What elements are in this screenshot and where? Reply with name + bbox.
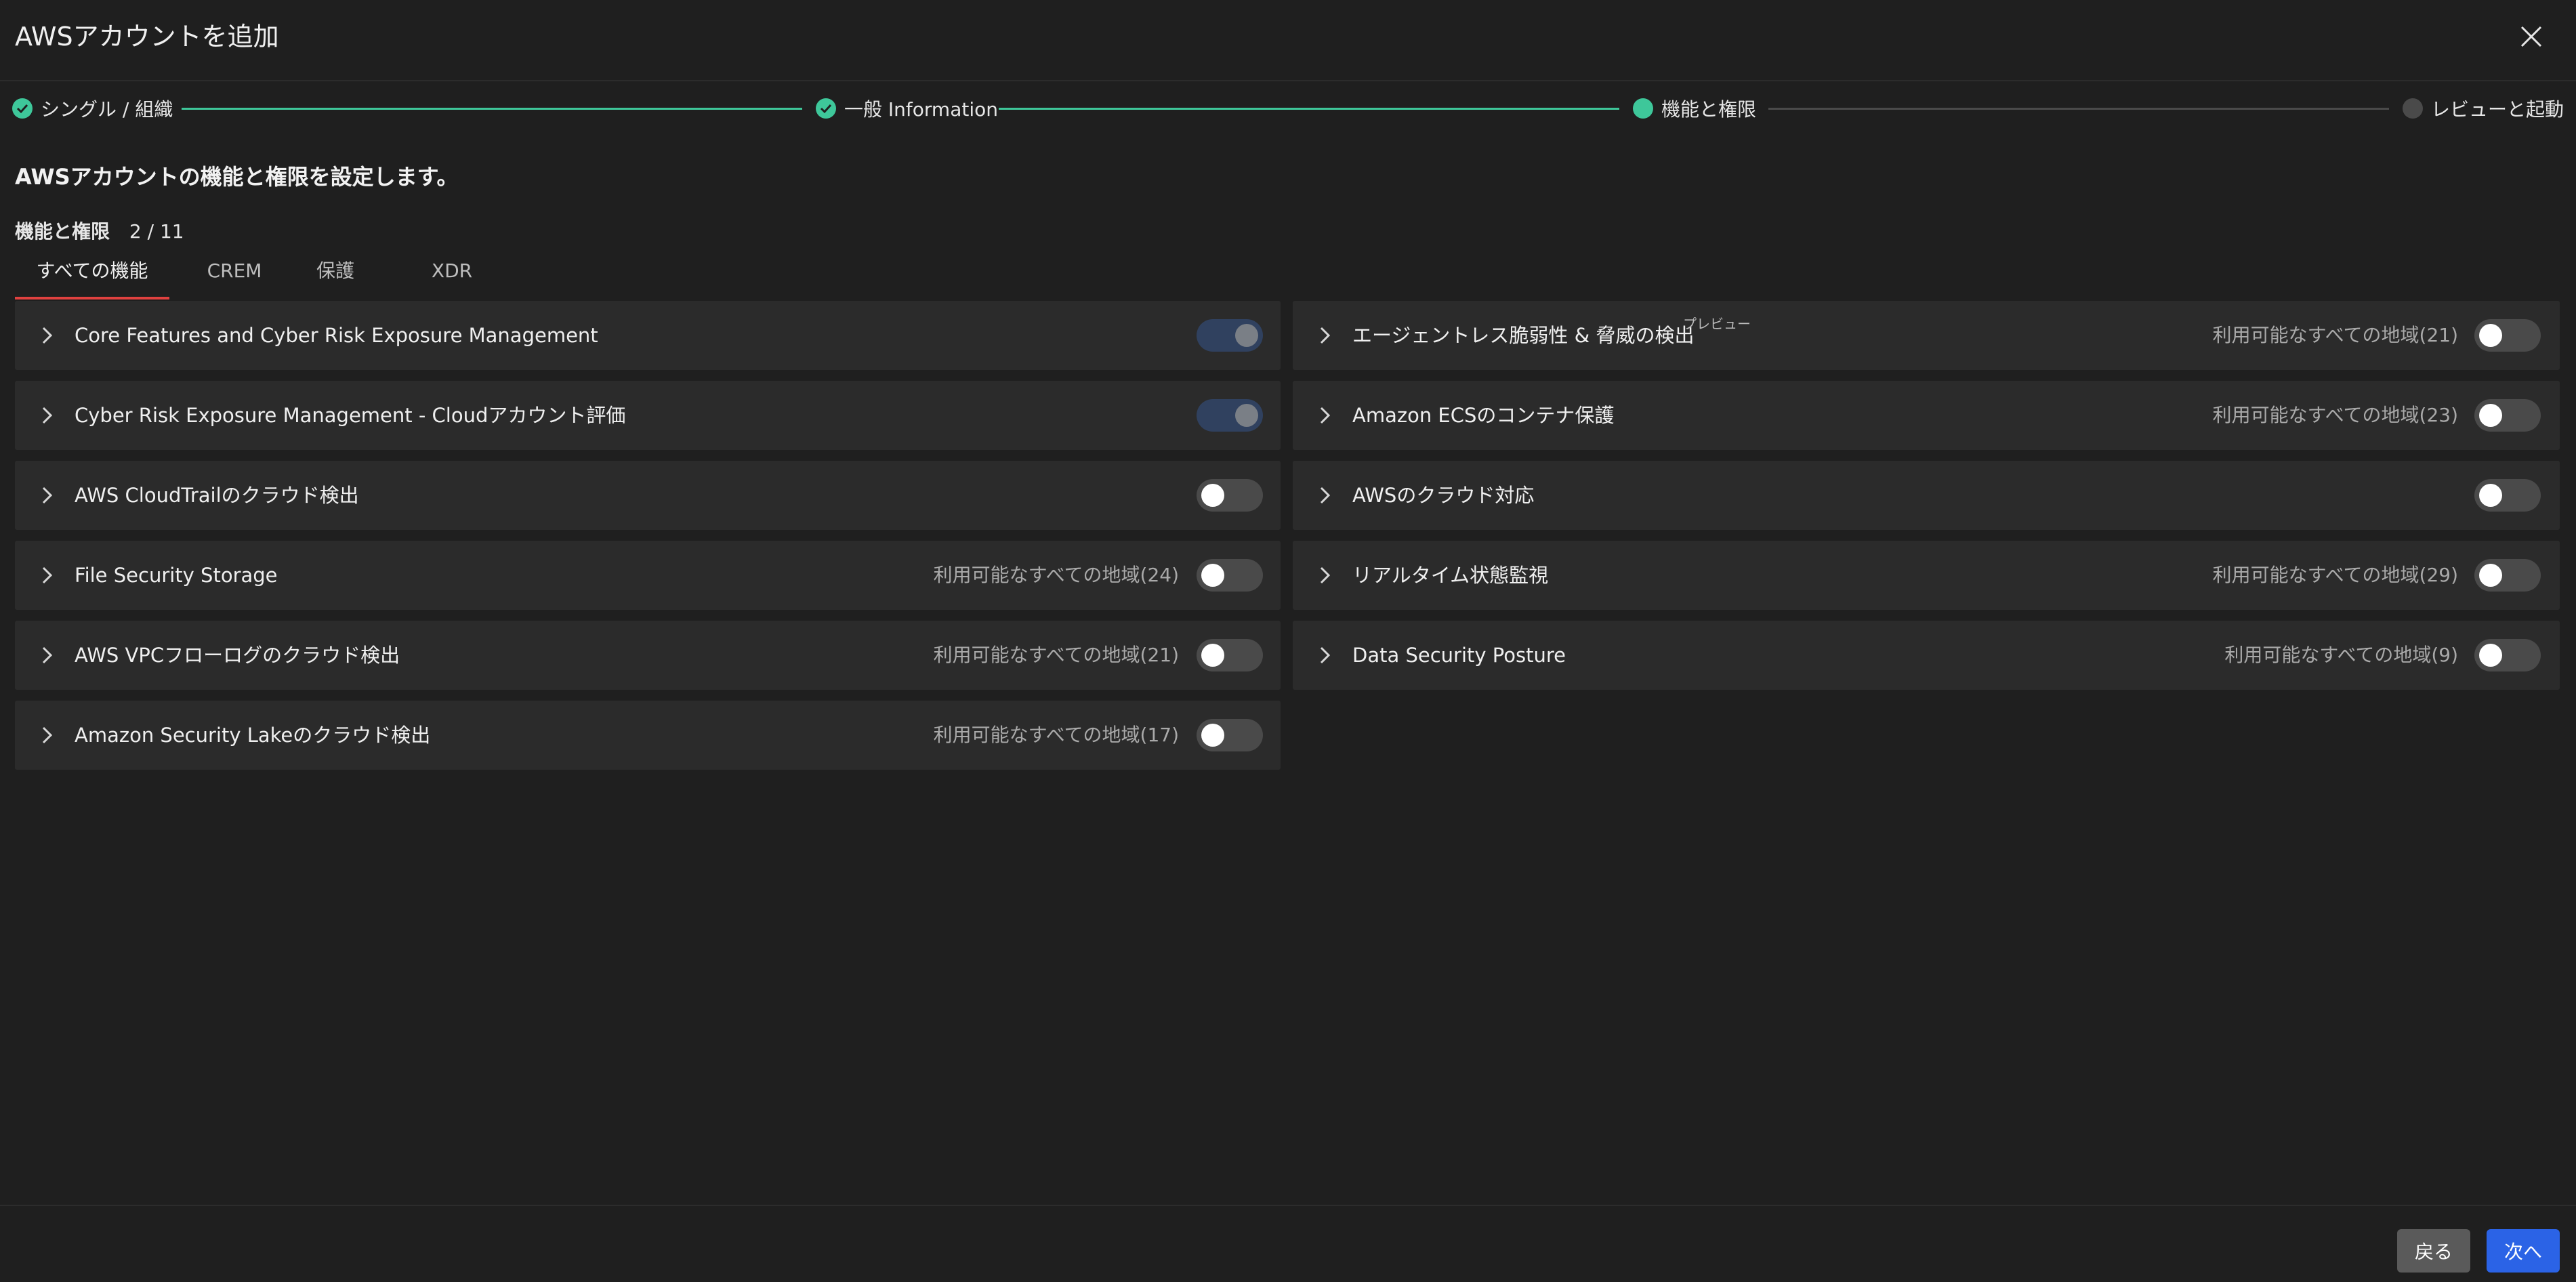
step-features-permissions: 機能と権限 (1633, 88, 1756, 129)
chevron-right-icon[interactable] (1313, 484, 1336, 507)
region-count: 利用可能なすべての地域(17) (933, 724, 1179, 746)
toggle-knob (1235, 324, 1258, 347)
feature-row-file-security-storage[interactable]: File Security Storage 利用可能なすべての地域(24) (15, 541, 1281, 610)
region-count: 利用可能なすべての地域(23) (2212, 404, 2458, 426)
region-count: 利用可能なすべての地域(9) (2224, 644, 2458, 666)
step-connector (999, 108, 1619, 110)
feature-toggle[interactable] (1197, 719, 1263, 751)
check-circle-icon (12, 98, 33, 119)
check-circle-icon (816, 98, 836, 119)
feature-name: Amazon Security Lakeのクラウド検出 (75, 724, 431, 747)
feature-toggle[interactable] (2474, 399, 2541, 432)
chevron-right-icon[interactable] (35, 484, 58, 507)
toggle-knob (1201, 724, 1224, 747)
feature-row-crem-cloud-assessment[interactable]: Cyber Risk Exposure Management - Cloudアカ… (15, 381, 1281, 450)
close-icon[interactable] (2518, 23, 2545, 50)
feature-toggle[interactable] (1197, 479, 1263, 512)
step-review-launch: レビューと起動 (2403, 88, 2564, 129)
section-heading: AWSアカウントの機能と権限を設定します。 (15, 164, 459, 190)
toggle-knob (1201, 484, 1224, 507)
permission-count: 機能と権限 2 / 11 (15, 217, 184, 244)
tab-crem[interactable]: CREM (192, 252, 276, 298)
feature-name: リアルタイム状態監視 (1352, 564, 1549, 587)
step-label: 一般 Information (844, 98, 998, 121)
feature-name: File Security Storage (75, 564, 278, 587)
preview-tag: プレビュー (1683, 316, 1751, 332)
active-tab-indicator (15, 297, 169, 299)
feature-row-cloudtrail[interactable]: AWS CloudTrailのクラウド検出 (15, 461, 1281, 530)
dialog-header: AWSアカウントを追加 (0, 0, 2576, 81)
feature-row-realtime-posture-monitoring[interactable]: リアルタイム状態監視 利用可能なすべての地域(29) (1293, 541, 2560, 610)
permission-label: 機能と権限 (15, 220, 110, 243)
permission-count-value: 2 / 11 (129, 220, 184, 243)
feature-row-agentless-vulnerability[interactable]: エージェントレス脆弱性 & 脅威の検出 プレビュー 利用可能なすべての地域(21… (1293, 301, 2560, 370)
next-button[interactable]: 次へ (2487, 1229, 2560, 1273)
feature-tabs: すべての機能 CREM 保護 XDR (15, 252, 625, 301)
feature-toggle[interactable] (1197, 639, 1263, 671)
feature-name: AWSのクラウド対応 (1352, 484, 1535, 507)
step-label: 機能と権限 (1661, 98, 1757, 121)
feature-row-data-security-posture[interactable]: Data Security Posture 利用可能なすべての地域(9) (1293, 621, 2560, 690)
chevron-right-icon[interactable] (35, 404, 58, 427)
step-connector (182, 108, 802, 110)
tab-all-features[interactable]: すべての機能 (15, 252, 169, 298)
back-button[interactable]: 戻る (2397, 1229, 2470, 1273)
feature-toggle[interactable] (1197, 559, 1263, 592)
dialog-footer: 戻る 次へ (0, 1205, 2576, 1282)
feature-toggle[interactable] (2474, 479, 2541, 512)
feature-name: エージェントレス脆弱性 & 脅威の検出 (1352, 324, 1695, 347)
feature-name: Data Security Posture (1352, 644, 1566, 667)
pending-step-icon (2403, 98, 2423, 119)
toggle-knob (1235, 404, 1258, 427)
step-single-org: シングル / 組織 (12, 88, 173, 129)
step-label: シングル / 組織 (41, 98, 173, 121)
feature-toggle[interactable] (1197, 399, 1263, 432)
chevron-right-icon[interactable] (1313, 564, 1336, 587)
feature-row-core-features[interactable]: Core Features and Cyber Risk Exposure Ma… (15, 301, 1281, 370)
chevron-right-icon[interactable] (35, 564, 58, 587)
toggle-knob (1201, 644, 1224, 667)
feature-row-vpc-flow-logs[interactable]: AWS VPCフローログのクラウド検出 利用可能なすべての地域(21) (15, 621, 1281, 690)
stepper: シングル / 組織 一般 Information 機能と権限 レビューと起動 (0, 88, 2576, 129)
feature-name: AWS CloudTrailのクラウド検出 (75, 484, 359, 507)
tab-protection[interactable]: 保護 (298, 252, 373, 298)
current-step-icon (1633, 98, 1653, 119)
chevron-right-icon[interactable] (35, 324, 58, 347)
toggle-knob (2479, 564, 2502, 587)
add-aws-account-dialog: AWSアカウントを追加 シングル / 組織 一般 Information 機能と… (0, 0, 2576, 1282)
chevron-right-icon[interactable] (1313, 644, 1336, 667)
chevron-right-icon[interactable] (35, 724, 58, 747)
feature-toggle[interactable] (2474, 559, 2541, 592)
chevron-right-icon[interactable] (1313, 404, 1336, 427)
region-count: 利用可能なすべての地域(21) (933, 644, 1179, 666)
step-connector (1768, 108, 2389, 110)
feature-toggle[interactable] (2474, 319, 2541, 352)
toggle-knob (2479, 484, 2502, 507)
feature-name: Core Features and Cyber Risk Exposure Ma… (75, 324, 598, 347)
chevron-right-icon[interactable] (1313, 324, 1336, 347)
dialog-title: AWSアカウントを追加 (15, 22, 279, 51)
toggle-knob (2479, 324, 2502, 347)
feature-name: AWS VPCフローログのクラウド検出 (75, 644, 400, 667)
feature-toggle[interactable] (2474, 639, 2541, 671)
toggle-knob (1201, 564, 1224, 587)
region-count: 利用可能なすべての地域(21) (2212, 324, 2458, 346)
toggle-knob (2479, 404, 2502, 427)
feature-row-ecs-container-protection[interactable]: Amazon ECSのコンテナ保護 利用可能なすべての地域(23) (1293, 381, 2560, 450)
toggle-knob (2479, 644, 2502, 667)
region-count: 利用可能なすべての地域(29) (2212, 564, 2458, 586)
feature-row-security-lake[interactable]: Amazon Security Lakeのクラウド検出 利用可能なすべての地域(… (15, 701, 1281, 770)
feature-row-aws-cloud-response[interactable]: AWSのクラウド対応 (1293, 461, 2560, 530)
feature-name: Cyber Risk Exposure Management - Cloudアカ… (75, 404, 626, 427)
feature-toggle[interactable] (1197, 319, 1263, 352)
region-count: 利用可能なすべての地域(24) (933, 564, 1179, 586)
feature-name: Amazon ECSのコンテナ保護 (1352, 404, 1615, 427)
step-label: レビューと起動 (2431, 98, 2564, 121)
step-general-information: 一般 Information (816, 88, 998, 129)
tab-xdr[interactable]: XDR (415, 252, 489, 298)
chevron-right-icon[interactable] (35, 644, 58, 667)
